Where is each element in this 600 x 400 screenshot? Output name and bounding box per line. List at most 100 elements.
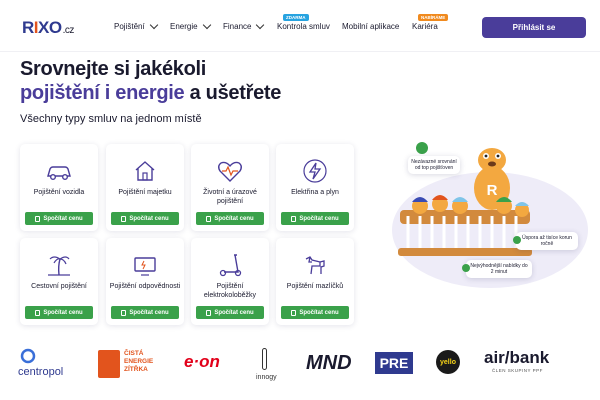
mnd-logo: MND [306, 352, 352, 374]
product-card-majetek[interactable]: Pojištění majetku Spočítat cenu [106, 144, 184, 231]
calculate-price-button[interactable]: Spočítat cenu [111, 306, 179, 319]
cez-symbol [98, 350, 120, 378]
top-navigation: RIXO.cz Pojištění Energie Finance Zdarma… [0, 0, 600, 52]
calculator-icon [291, 309, 297, 316]
palm-icon [48, 256, 70, 276]
airbank-subtext: ČLEN SKUPINY PPF [492, 368, 543, 373]
yello-logo: yello [436, 350, 460, 374]
nav-label: Finance [223, 22, 252, 31]
benefit-bubble-speed: Nejvýhodnější nabídky do 2 minut [462, 260, 532, 278]
centropol-symbol [20, 348, 36, 364]
calculate-price-button[interactable]: Spočítat cenu [111, 212, 179, 225]
nav-item-kontrola-smluv[interactable]: Kontrola smluv [277, 22, 330, 31]
button-label: Spočítat cenu [43, 309, 83, 316]
button-label: Spočítat cenu [43, 215, 83, 222]
benefit-bubble-comparison: Nezávazné srovnání od top pojišťoven [408, 156, 460, 174]
product-label: Pojištění vozidla [33, 189, 85, 196]
nav-label: Energie [170, 22, 198, 31]
nav-item-energie[interactable]: Energie [170, 20, 211, 31]
hero-subtitle: Všechny typy smluv na jednom místě [20, 113, 202, 125]
nav-item-finance[interactable]: Finance [223, 20, 265, 31]
calculator-icon [121, 215, 127, 222]
product-label: Elektřina a plyn [291, 189, 339, 196]
chevron-down-icon [256, 20, 265, 30]
product-card-vozidlo[interactable]: Pojištění vozidla Spočítat cenu [20, 144, 98, 231]
check-icon [462, 264, 470, 272]
product-label: Pojištění majetku [118, 189, 172, 196]
calculator-icon [291, 215, 297, 222]
calculate-price-button[interactable]: Spočítat cenu [196, 306, 264, 319]
calculate-price-button[interactable]: Spočítat cenu [281, 212, 349, 225]
rixo-logo[interactable]: RIXO.cz [22, 18, 74, 38]
nav-item-pojisteni[interactable]: Pojištění [114, 20, 158, 31]
cez-line: ENERGIE [124, 358, 154, 365]
nav-label: Pojištění [114, 22, 145, 31]
airbank-logo: air/bank ČLEN SKUPINY PPF [484, 348, 549, 373]
pre-logo: PRE [375, 352, 413, 374]
logo-letters: XO [38, 18, 62, 37]
chevron-down-icon [149, 20, 158, 30]
product-label: Pojištění mazlíčků [286, 283, 344, 290]
button-label: Spočítat cenu [129, 215, 169, 222]
nav-label: Kariéra [412, 22, 438, 31]
hero-title-rest: a ušetřete [184, 82, 282, 104]
calculate-price-button[interactable]: Spočítat cenu [25, 212, 93, 225]
dog-icon [305, 256, 325, 275]
nav-item-kariera[interactable]: Kariéra [412, 22, 438, 31]
product-card-kolobezka[interactable]: Pojištění elektrokoloběžky Spočítat cenu [191, 238, 269, 325]
nav-label: Mobilní aplikace [342, 22, 400, 31]
button-label: Spočítat cenu [129, 309, 169, 316]
product-label: Životní a úrazové pojištění [203, 189, 257, 205]
product-card-cestovni[interactable]: Cestovní pojištění Spočítat cenu [20, 238, 98, 325]
logo-tld: .cz [62, 25, 75, 36]
button-label: Spočítat cenu [299, 309, 339, 316]
zdarma-badge: Zdarma [283, 14, 309, 21]
calculator-icon [206, 215, 212, 222]
centropol-text: centropol [18, 366, 64, 378]
product-card-mazlicci[interactable]: Pojištění mazlíčků Spočítat cenu [276, 238, 354, 325]
svg-text:R: R [487, 182, 498, 199]
check-icon [513, 236, 521, 244]
calculate-price-button[interactable]: Spočítat cenu [25, 306, 93, 319]
hero-title-line2: pojištění i energie a ušetřete [20, 82, 281, 105]
button-label: Spočítat cenu [214, 309, 254, 316]
bubble-text: Nezávazné srovnání od top pojišťoven [411, 159, 457, 171]
calculate-price-button[interactable]: Spočítat cenu [281, 306, 349, 319]
innogy-symbol [262, 348, 267, 370]
eon-logo: e·on [184, 352, 220, 371]
heart-pulse-icon [218, 161, 242, 182]
chevron-down-icon [202, 20, 211, 30]
button-label: Spočítat cenu [214, 215, 254, 222]
product-label: Pojištění elektrokoloběžky [203, 283, 257, 299]
product-card-zivotni[interactable]: Životní a úrazové pojištění Spočítat cen… [191, 144, 269, 231]
calculator-icon [206, 309, 212, 316]
mascot-illustration: R Nezávazné srovnání od top pojišťoven Ú… [390, 140, 590, 290]
bubble-text: Úspora až tisíce korun ročně [522, 235, 572, 247]
calculator-icon [35, 309, 41, 316]
hero-title-line1: Srovnejte si jakékoli [20, 58, 207, 80]
button-label: Spočítat cenu [299, 215, 339, 222]
calculator-icon [121, 309, 127, 316]
cez-line: ZÍTŘKA [124, 366, 148, 373]
product-label: Pojištění odpovědnosti [109, 283, 181, 290]
car-icon [47, 166, 71, 181]
cez-text: ČISTÁ ENERGIE ZÍTŘKA [124, 350, 153, 374]
scooter-icon [219, 254, 242, 277]
calculator-icon [35, 215, 41, 222]
nav-label: Kontrola smluv [277, 22, 330, 31]
bubble-text: Nejvýhodnější nabídky do 2 minut [470, 263, 528, 275]
product-label: Cestovní pojištění [31, 283, 87, 290]
product-card-odpovednost[interactable]: Pojištění odpovědnosti Spočítat cenu [106, 238, 184, 325]
logo-letter: R [22, 18, 34, 37]
login-button[interactable]: Přihlásit se [482, 17, 586, 38]
nabirame-badge: Nabíráme [418, 14, 449, 21]
calculate-price-button[interactable]: Spočítat cenu [196, 212, 264, 225]
cez-line: ČISTÁ [124, 350, 144, 357]
tv-icon [134, 257, 156, 276]
hero-title-accent: pojištění i energie [20, 82, 185, 104]
benefit-bubble-savings: Úspora až tisíce korun ročně [513, 232, 578, 250]
product-card-elektrina[interactable]: Elektřina a plyn Spočítat cenu [276, 144, 354, 231]
nav-item-mobilni-aplikace[interactable]: Mobilní aplikace [342, 22, 399, 31]
bolt-icon [303, 159, 327, 183]
airbank-text: air/bank [484, 348, 550, 367]
